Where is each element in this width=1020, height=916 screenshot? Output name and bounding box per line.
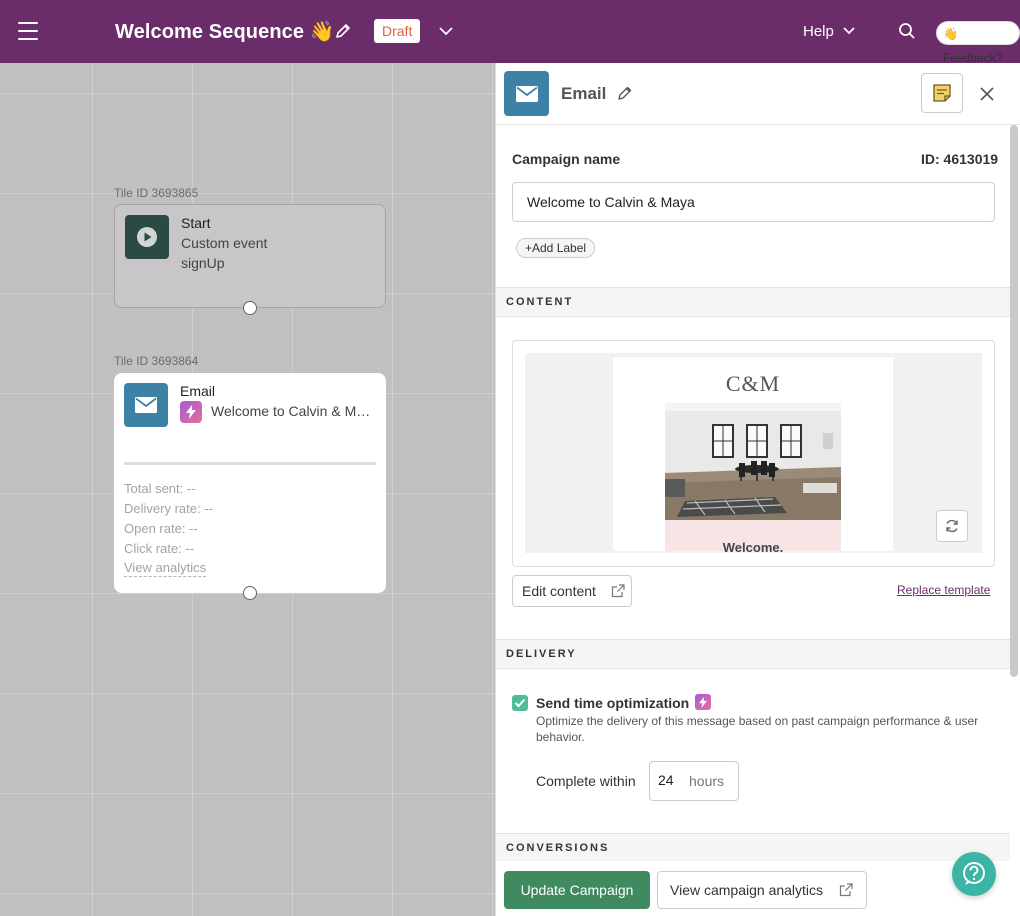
delivery-section-header: DELIVERY (496, 639, 1010, 669)
conversions-section-label: CONVERSIONS (506, 842, 610, 854)
sto-lightning-bolt-icon (695, 694, 711, 710)
email-tile-heading: Email (180, 383, 216, 399)
chevron-down-icon[interactable] (438, 24, 454, 38)
view-analytics-link[interactable]: View analytics (124, 560, 207, 577)
email-tile-connector[interactable] (243, 586, 257, 600)
start-tile-heading: Start (181, 215, 211, 231)
stat-click-rate: Click rate: -- (124, 541, 195, 556)
external-link-icon (611, 584, 625, 598)
campaign-id: ID: 4613019 (921, 151, 999, 167)
hamburger-menu-icon[interactable] (18, 22, 38, 40)
notes-button[interactable] (921, 73, 963, 113)
campaign-name-label: Campaign name (512, 151, 621, 167)
email-preview: C&M Welcome. (525, 353, 982, 555)
lightning-bolt-icon (180, 401, 202, 423)
hours-field[interactable]: hours (649, 761, 739, 801)
panel-scrollbar[interactable] (1010, 125, 1018, 677)
edit-panel-title-pencil-icon[interactable] (617, 85, 633, 101)
replace-template-link[interactable]: Replace template (897, 583, 990, 597)
sticky-note-icon (933, 84, 951, 102)
stat-total-sent: Total sent: -- (124, 481, 196, 496)
refresh-preview-button[interactable] (936, 510, 968, 542)
stat-delivery-rate: Delivery rate: -- (124, 501, 213, 516)
content-section-label: CONTENT (506, 296, 574, 308)
feedback-button[interactable]: 👋 Feedback? (936, 21, 1020, 65)
panel-title: Email (561, 84, 607, 103)
start-tile-event-type: Custom event (181, 235, 268, 251)
email-preview-document: C&M Welcome. (613, 357, 893, 555)
email-tile-id: Tile ID 3693864 (114, 354, 199, 368)
panel-header: Email (496, 63, 1020, 125)
send-time-optimization-label: Send time optimization (536, 695, 690, 711)
send-time-optimization-description: Optimize the delivery of this message ba… (536, 714, 979, 744)
panel-footer: Update Campaign View campaign analytics (496, 861, 1010, 916)
room-photo-image (665, 403, 841, 520)
content-section-header: CONTENT (496, 287, 1010, 317)
start-tile[interactable]: Start Custom event signUp (114, 204, 386, 308)
view-campaign-analytics-button[interactable]: View campaign analytics (657, 871, 867, 909)
update-campaign-button[interactable]: Update Campaign (504, 871, 650, 909)
stat-open-rate: Open rate: -- (124, 521, 198, 536)
envelope-icon (124, 383, 168, 427)
view-campaign-analytics-label: View campaign analytics (670, 882, 824, 898)
top-bar: Welcome Sequence 👋 Draft Help 👋 Feedback… (0, 0, 1020, 65)
analytics-external-link-icon (839, 883, 853, 897)
email-settings-panel: Email Campaign name ID: 4613019 +Add Lab… (495, 63, 1020, 916)
search-icon[interactable] (898, 22, 916, 40)
start-tile-id: Tile ID 3693865 (114, 186, 199, 200)
add-label-button[interactable]: +Add Label (516, 238, 596, 258)
start-tile-connector[interactable] (243, 301, 257, 315)
delivery-section-label: DELIVERY (506, 648, 577, 660)
email-preview-frame: C&M Welcome. (512, 340, 995, 567)
status-badge: Draft (374, 19, 421, 43)
help-chevron-down-icon[interactable] (842, 24, 856, 38)
page-title: Welcome Sequence 👋 (115, 21, 335, 43)
brand-logo: C&M (725, 371, 781, 396)
edit-content-button[interactable]: Edit content (512, 575, 632, 607)
question-chat-icon (963, 862, 985, 885)
edit-title-pencil-icon[interactable] (334, 22, 352, 40)
close-icon[interactable] (978, 85, 996, 103)
edit-content-label: Edit content (522, 583, 596, 599)
conversions-section-header: CONVERSIONS (496, 833, 1010, 863)
campaign-name-input[interactable] (512, 182, 995, 222)
play-icon (125, 215, 169, 259)
hours-unit-label: hours (689, 773, 725, 789)
help-menu[interactable]: Help (803, 23, 834, 40)
tile-divider (124, 462, 376, 465)
complete-within-label: Complete within (536, 773, 636, 789)
help-chat-button[interactable] (952, 852, 996, 896)
send-time-optimization-checkbox[interactable] (512, 695, 528, 711)
refresh-icon (946, 519, 958, 533)
panel-envelope-icon (504, 71, 549, 116)
start-tile-event-name: signUp (181, 255, 225, 271)
hours-input[interactable] (658, 772, 684, 788)
preview-welcome-text: Welcome. (722, 540, 784, 555)
email-tile[interactable]: Email Welcome to Calvin & Maya Total sen… (114, 373, 386, 593)
workflow-canvas[interactable]: Tile ID 3693865 Start Custom event signU… (0, 63, 495, 916)
email-tile-subject: Welcome to Calvin & Maya (211, 403, 376, 419)
check-icon (514, 698, 526, 708)
